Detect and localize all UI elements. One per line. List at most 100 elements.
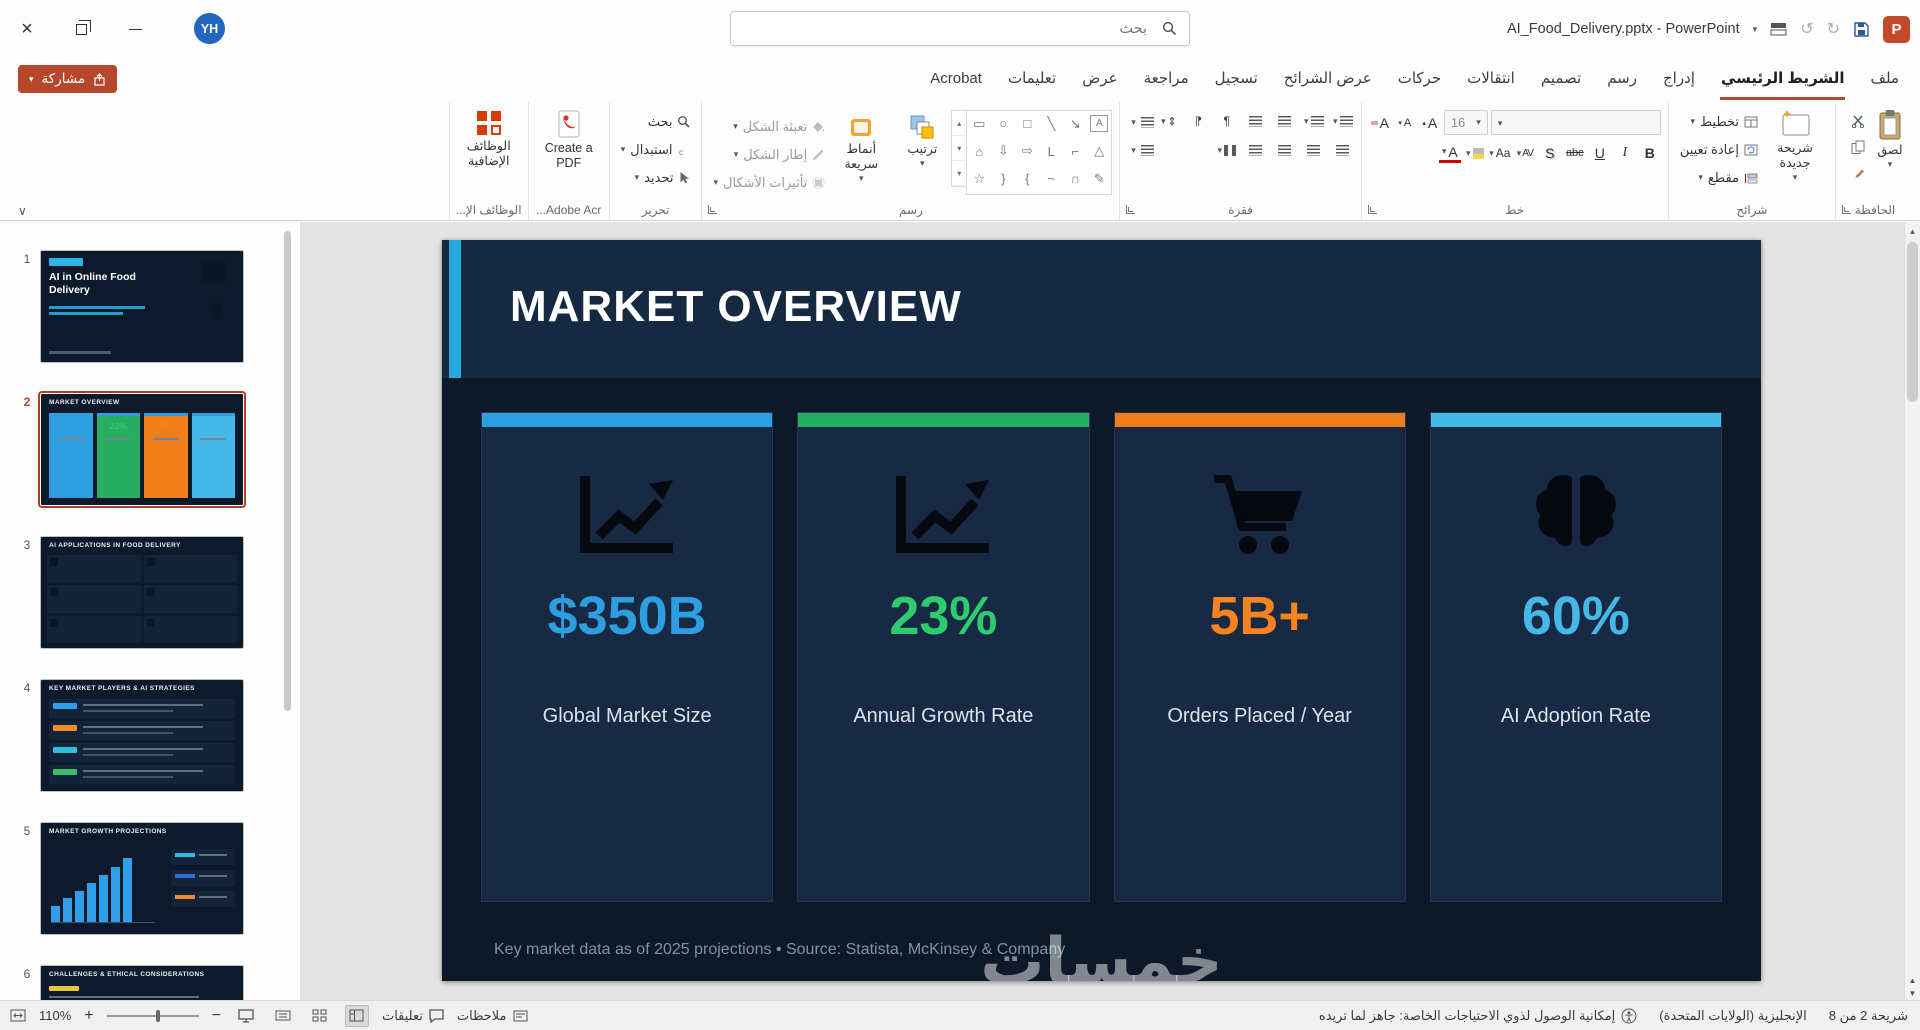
tab-design[interactable]: تصميم (1528, 58, 1594, 100)
addins-button[interactable]: الوظائف الإضافية (457, 105, 521, 169)
text-shadow-button[interactable]: S (1539, 142, 1561, 164)
zoom-percent[interactable]: 110% (39, 1008, 71, 1023)
zoom-slider[interactable] (106, 1009, 199, 1022)
highlight-color-button[interactable]: ▾ (1464, 142, 1486, 164)
new-slide-button[interactable]: شريحة جديدة ▾ (1762, 105, 1828, 182)
font-name-combobox[interactable]: ▾ (1490, 110, 1661, 135)
drawing-dialog-launcher-icon[interactable] (708, 205, 718, 214)
italic-button[interactable]: I (1614, 142, 1636, 164)
font-size-combobox[interactable]: 16 ▾ (1443, 110, 1488, 135)
tab-acrobat[interactable]: Acrobat (917, 58, 995, 100)
format-painter-button[interactable] (1848, 164, 1868, 182)
line-spacing-button[interactable]: ⇕ ▾ (1158, 110, 1180, 132)
shapes-gallery[interactable]: ▭ ○ □ ╲ ↘ A ⌂ ⇩ ⇨ L ⌐ △ ☆ } { ~ ∩ ✎ (966, 110, 1113, 195)
tab-view[interactable]: عرض (1069, 58, 1130, 100)
quick-styles-button[interactable]: أنماط سريعة ▾ (829, 110, 893, 195)
zoom-slider-thumb[interactable] (156, 1009, 161, 1022)
shape-fill-button[interactable]: تعبئة الشكل ▾ (709, 114, 829, 139)
close-window-button[interactable]: × (14, 16, 40, 42)
shape-outline-button[interactable]: إطار الشكل ▾ (709, 142, 829, 167)
character-spacing-button[interactable]: AV ▾ (1514, 142, 1536, 164)
copy-button[interactable] (1848, 138, 1868, 156)
zoom-out-button[interactable]: − (212, 1007, 221, 1025)
reset-button[interactable]: إعادة تعيين (1676, 137, 1762, 162)
font-color-button[interactable]: A ▾ (1438, 144, 1461, 163)
tab-slideshow[interactable]: عرض الشرائح (1271, 58, 1385, 100)
section-button[interactable]: مقطع ▾ (1676, 165, 1762, 190)
shape-curve-icon[interactable]: ~ (1039, 166, 1063, 191)
next-slide-button[interactable]: ▼ (1909, 989, 1917, 998)
clipboard-dialog-launcher-icon[interactable] (1842, 205, 1851, 214)
tab-insert[interactable]: إدراج (1650, 58, 1708, 100)
change-case-button[interactable]: Aa ▾ (1489, 142, 1511, 164)
stat-card-market-size[interactable]: $350B Global Market Size (481, 412, 774, 902)
convert-smartart-button[interactable]: ▾ (1127, 138, 1158, 163)
tab-transitions[interactable]: انتقالات (1454, 58, 1528, 100)
thumbnail-panel-scrollbar[interactable] (284, 222, 291, 1000)
grow-font-button[interactable]: A ▴ (1419, 112, 1441, 134)
replace-button[interactable]: bc استبدال ▾ (617, 137, 695, 162)
bold-button[interactable]: B (1639, 142, 1661, 164)
strikethrough-button[interactable]: abc (1564, 142, 1586, 164)
search-input[interactable] (731, 12, 1189, 45)
select-button[interactable]: تحديد ▾ (617, 165, 695, 190)
shape-effects-button[interactable]: تأثيرات الأشكال ▾ (709, 170, 829, 195)
increase-indent-button[interactable] (1245, 110, 1267, 132)
shapes-scroll-down-icon[interactable]: ▾ (952, 136, 967, 161)
shape-triangle-icon[interactable]: △ (1087, 139, 1111, 164)
shape-connector-icon[interactable]: ⌐ (1063, 139, 1087, 164)
tab-home[interactable]: الشريط الرئيسي (1708, 58, 1858, 100)
normal-view-button[interactable] (344, 1004, 369, 1027)
title-chevron-icon[interactable]: ▾ (1753, 24, 1758, 34)
find-button[interactable]: بحث (617, 109, 695, 134)
shape-right-brace-icon[interactable]: } (991, 166, 1015, 191)
font-dialog-launcher-icon[interactable] (1367, 205, 1377, 214)
layout-button[interactable]: تخطيط ▾ (1676, 109, 1762, 134)
align-left-button[interactable] (1274, 139, 1296, 161)
numbering-button[interactable]: ▾ (1303, 110, 1325, 132)
collapse-ribbon-icon[interactable]: ∨ (18, 204, 27, 218)
shape-pentagon-icon[interactable]: ⌂ (967, 139, 991, 164)
undo-icon[interactable]: ↺ (1800, 19, 1813, 39)
tab-file[interactable]: ملف (1857, 58, 1912, 100)
tab-record[interactable]: تسجيل (1202, 58, 1271, 100)
slide-thumbnail-6[interactable]: CHALLENGES & ETHICAL CONSIDERATIONS (40, 965, 244, 1000)
decrease-indent-button[interactable] (1274, 110, 1296, 132)
text-direction-ltr-button[interactable]: ¶ (1216, 110, 1238, 132)
stat-card-growth-rate[interactable]: 23% Annual Growth Rate (797, 412, 1090, 902)
canvas-scrollbar[interactable]: ▴ ▲ ▼ (1904, 222, 1920, 1000)
minimize-window-button[interactable] (122, 16, 148, 42)
shapes-scroll-up-icon[interactable]: ▴ (952, 111, 967, 136)
save-icon[interactable] (1853, 21, 1870, 38)
slide-editor[interactable]: MARKET OVERVIEW $350B Global Market Size… (442, 240, 1761, 981)
fit-slide-to-window-icon[interactable] (10, 1009, 26, 1023)
slide-sorter-view-button[interactable] (308, 1005, 332, 1027)
cut-button[interactable] (1848, 112, 1868, 130)
notes-button[interactable]: ملاحظات (457, 1008, 528, 1024)
paragraph-dialog-launcher-icon[interactable] (1126, 205, 1136, 214)
user-avatar[interactable]: YH (194, 13, 225, 44)
tab-review[interactable]: مراجعة (1131, 58, 1202, 100)
restore-window-button[interactable] (68, 16, 94, 42)
text-direction-rtl-button[interactable]: ¶ (1187, 110, 1209, 132)
underline-button[interactable]: U (1589, 142, 1611, 164)
reading-view-button[interactable] (271, 1005, 295, 1027)
slide-thumbnail-2[interactable]: MARKET OVERVIEW $350B 23% 5B+ 60% (40, 393, 244, 506)
accessibility-status[interactable]: إمكانية الوصول لذوي الاحتياجات الخاصة: ج… (1319, 1008, 1637, 1024)
align-right-button[interactable] (1332, 139, 1354, 161)
shape-elbow-connector-icon[interactable]: L (1039, 139, 1063, 164)
scrollbar-thumb[interactable] (284, 231, 291, 711)
language-indicator[interactable]: الإنجليزية (الولايات المتحدة) (1659, 1008, 1806, 1024)
columns-button[interactable]: ▾ (1216, 139, 1238, 161)
slide-thumbnail-3[interactable]: AI APPLICATIONS IN FOOD DELIVERY (40, 536, 244, 649)
tab-draw[interactable]: رسم (1594, 58, 1650, 100)
arrange-button[interactable]: ترتيب ▾ (893, 110, 951, 195)
canvas-scrollbar-thumb[interactable] (1907, 242, 1918, 402)
align-center-button[interactable] (1303, 139, 1325, 161)
justify-button[interactable] (1245, 139, 1267, 161)
share-button[interactable]: ▾ مشاركة (18, 65, 118, 93)
bullets-button[interactable]: ▾ (1332, 110, 1354, 132)
stat-card-adoption[interactable]: 60% AI Adoption Rate (1429, 412, 1722, 902)
slide-thumbnail-1[interactable]: AI in Online Food Delivery (40, 250, 244, 363)
shape-left-brace-icon[interactable]: { (1015, 166, 1039, 191)
